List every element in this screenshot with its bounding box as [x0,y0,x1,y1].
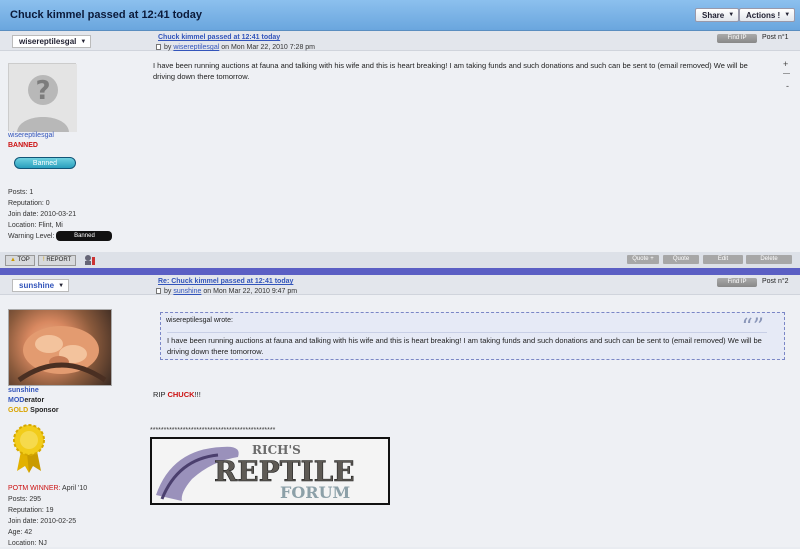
username-dropdown[interactable]: sunshine ▼ [12,279,70,292]
username-label: sunshine [19,281,55,290]
stat-reputation: Reputation: 19 [8,507,54,514]
collapse-minus-icon[interactable]: — [783,70,790,77]
post-footer: ▲ TOP ! REPORT Quote + Quote Edit Delete [0,252,800,268]
reptile-forum-logo: RICH'S REPTILE FORUM [152,439,388,503]
banner-line-3: FORUM [280,483,350,502]
stat-potm: POTM WINNER: April '10 [8,483,87,494]
stat-warning: Warning Level: Banned [8,231,113,242]
warn-user-icon[interactable] [83,254,97,266]
rank-mod-suffix: erator [24,397,45,404]
forum-banner-logo[interactable]: RICH'S REPTILE FORUM [150,437,390,505]
avatar[interactable] [8,309,112,386]
post-byline: by sunshine on Mon Mar 22, 2010 9:47 pm [156,288,297,295]
report-button[interactable]: ! REPORT [38,255,77,266]
post-header: sunshine ▼ Re: Chuck kimmel passed at 12:… [0,275,800,295]
chevron-down-icon: ▼ [80,39,87,45]
rip-suffix: !!! [194,390,201,399]
post-icon [156,44,161,50]
quote-block: wisereptilesgal wrote: “” I have been ru… [160,312,785,360]
post-date: on Mon Mar 22, 2010 7:28 pm [221,44,316,51]
stat-join-date: Join date: 2010-03-21 [8,211,77,218]
by-prefix: by [164,288,172,295]
quote-text: I have been running auctions at fauna an… [167,332,767,357]
warning-label: Warning Level: [8,233,55,240]
stat-location: Location: Flint, Mi [8,222,63,229]
user-profile-link[interactable]: wisereptilesgal [8,132,54,139]
potm-label: POTM WINNER: [8,485,61,492]
stat-reputation: Reputation: 0 [8,200,50,207]
top-button[interactable]: ▲ TOP [5,255,35,266]
snake-avatar-image [17,326,107,383]
report-label: REPORT [46,257,72,263]
rank-badge: Banned [14,157,76,169]
signature-divider: ****************************************… [150,427,276,434]
expand-plus-icon[interactable]: + [783,59,788,69]
chevron-down-icon: ▼ [784,12,791,18]
quote-button[interactable]: Quote [663,255,699,264]
chevron-down-icon: ▼ [728,12,735,18]
alert-icon: ! [43,257,45,263]
actions-label: Actions ! [746,11,781,20]
find-ip-button[interactable]: Find IP [717,278,757,287]
share-label: Share [702,11,725,20]
post-body: RIP CHUCK!!! [153,389,763,400]
actions-button[interactable]: Actions ! ▼ [739,8,796,22]
rank-gold-prefix: GOLD [8,407,29,414]
avatar[interactable]: ? [8,63,77,132]
post-separator [0,268,800,275]
post-number: Post n°2 [762,278,789,285]
post-1: wisereptilesgal ▼ Chuck kimmel passed at … [0,31,800,268]
stat-join-date: Join date: 2010-02-25 [8,518,77,525]
default-avatar-icon: ? [9,64,77,132]
reset-dot-icon[interactable]: - [786,81,789,91]
delete-button[interactable]: Delete [746,255,792,264]
award-ribbon-icon [9,423,49,475]
post-byline: by wisereptilesgal on Mon Mar 22, 2010 7… [156,44,315,51]
username-label: wisereptilesgal [19,37,77,46]
post-title-link[interactable]: Re: Chuck kimmel passed at 12:41 today [158,278,293,285]
arrow-up-icon: ▲ [10,257,16,263]
rank-sponsor-suffix: Sponsor [28,407,59,414]
quote-author: wisereptilesgal wrote: [166,317,233,324]
username-dropdown[interactable]: wisereptilesgal ▼ [12,35,92,48]
user-rank-mod: MODerator [8,397,44,404]
rank-mod-prefix: MOD [8,397,25,404]
author-link[interactable]: wisereptilesgal [173,44,219,51]
stat-location: Location: NJ [8,540,47,547]
topic-title: Chuck kimmel passed at 12:41 today [10,9,202,21]
post-header: wisereptilesgal ▼ Chuck kimmel passed at … [0,31,800,51]
share-button[interactable]: Share ▼ [695,8,740,22]
potm-value: April '10 [60,485,88,492]
find-ip-button[interactable]: Find IP [717,34,757,43]
post-icon [156,288,161,294]
user-profile-link[interactable]: sunshine [8,387,39,394]
top-label: TOP [17,257,30,263]
user-rank: BANNED [8,142,38,149]
author-link[interactable]: sunshine [173,288,201,295]
stat-posts: Posts: 295 [8,496,42,503]
chevron-down-icon: ▼ [58,283,65,289]
rip-prefix: RIP [153,390,168,399]
quote-plus-button[interactable]: Quote + [627,255,659,264]
post-title-link[interactable]: Chuck kimmel passed at 12:41 today [158,34,280,41]
user-stats: Posts: 1 Reputation: 0 Join date: 2010-0… [8,187,113,242]
user-rank-sponsor: GOLD Sponsor [8,407,59,414]
warning-badge: Banned [56,231,113,242]
post-2: sunshine ▼ Re: Chuck kimmel passed at 12:… [0,275,800,547]
post-body: I have been running auctions at fauna an… [153,61,748,81]
svg-text:?: ? [35,76,50,106]
post-date: on Mon Mar 22, 2010 9:47 pm [203,288,298,295]
edit-button[interactable]: Edit [703,255,743,264]
rip-name: CHUCK [167,390,195,399]
stat-posts: Posts: 1 [8,189,34,196]
user-stats: POTM WINNER: April '10 Posts: 295 Reputa… [8,483,87,549]
by-prefix: by [164,44,172,51]
topic-header: Chuck kimmel passed at 12:41 today Share… [0,0,800,31]
post-number: Post n°1 [762,34,789,41]
stat-age: Age: 42 [8,529,33,536]
